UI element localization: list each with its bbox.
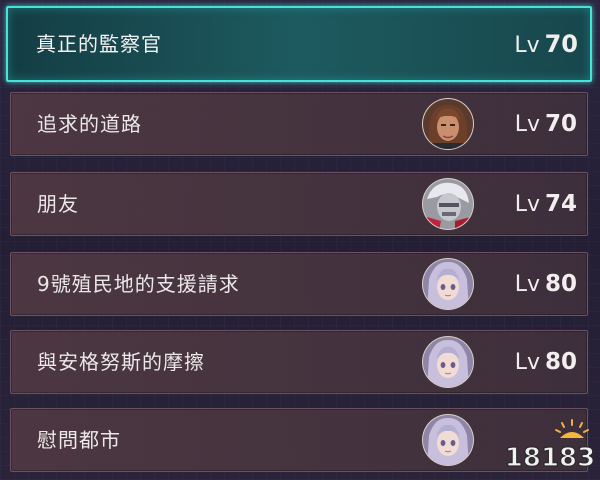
level-prefix: Lv xyxy=(514,272,540,297)
brown-hair-man-portrait-icon xyxy=(421,97,475,151)
quest-row[interactable]: 真正的監察官 Lv 70 xyxy=(6,6,592,82)
quest-title: 真正的監察官 xyxy=(36,32,162,56)
level-number: 74 xyxy=(544,191,577,217)
quest-level: Lv 70 xyxy=(515,93,577,156)
silver-hair-girl-portrait-icon xyxy=(421,335,475,389)
18183-watermark-logo: 18183 xyxy=(502,416,598,476)
quest-title: 9號殖民地的支援請求 xyxy=(37,272,240,296)
quest-level: Lv 70 xyxy=(514,8,578,82)
level-prefix: Lv xyxy=(514,350,540,375)
level-number: 80 xyxy=(544,271,577,297)
silver-hair-girl-portrait-icon xyxy=(421,413,475,467)
quest-list: 真正的監察官 Lv 70 追求的道路 Lv 70 朋友 Lv 74 9號殖民地的… xyxy=(0,0,600,480)
quest-title: 慰問都市 xyxy=(37,428,121,452)
level-prefix: Lv xyxy=(514,192,540,217)
quest-title: 與安格努斯的摩擦 xyxy=(37,350,205,374)
quest-title: 朋友 xyxy=(37,192,79,216)
level-number: 70 xyxy=(544,111,577,137)
white-hair-robot-portrait-icon xyxy=(421,177,475,231)
quest-level: Lv 74 xyxy=(515,173,577,236)
quest-row[interactable]: 與安格努斯的摩擦 Lv 80 xyxy=(10,330,588,394)
quest-row[interactable]: 9號殖民地的支援請求 Lv 80 xyxy=(10,252,588,316)
level-number: 80 xyxy=(544,349,577,375)
watermark-text: 18183 xyxy=(505,443,595,473)
quest-title: 追求的道路 xyxy=(37,112,142,136)
level-prefix: Lv xyxy=(514,33,540,58)
quest-row[interactable]: 朋友 Lv 74 xyxy=(10,172,588,236)
quest-level: Lv 80 xyxy=(515,253,577,316)
quest-level: Lv 80 xyxy=(515,331,577,394)
quest-row[interactable]: 追求的道路 Lv 70 xyxy=(10,92,588,156)
silver-hair-girl-portrait-icon xyxy=(421,257,475,311)
level-prefix: Lv xyxy=(514,112,540,137)
level-number: 70 xyxy=(544,30,578,58)
